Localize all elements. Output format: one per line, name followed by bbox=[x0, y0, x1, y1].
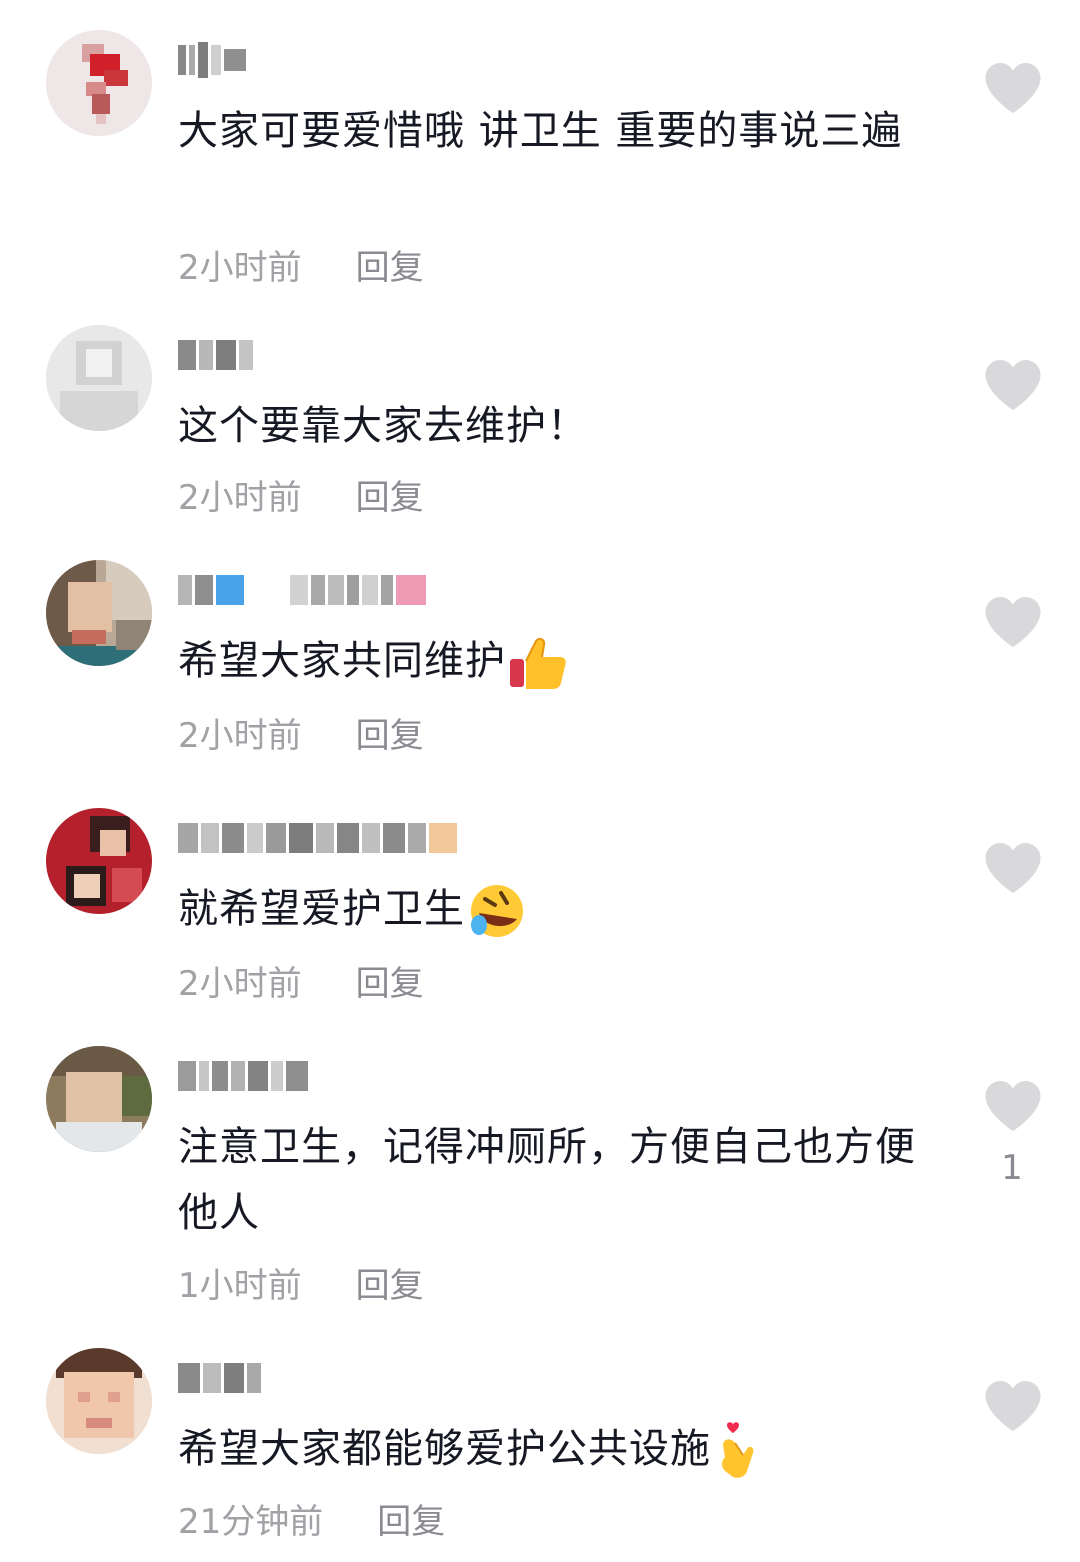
reply-button[interactable]: 回复 bbox=[356, 708, 424, 757]
avatar[interactable] bbox=[46, 1348, 152, 1454]
username-blurred[interactable] bbox=[178, 40, 246, 80]
comment-text: 这个要靠大家去维护！ bbox=[178, 403, 588, 449]
comment-time: 21分钟前 bbox=[178, 1502, 324, 1542]
comment-item: 希望大家都能够爱护公共设施 21分钟前 回复 bbox=[0, 1348, 1080, 1562]
avatar[interactable] bbox=[46, 560, 152, 666]
comment-meta: 2小时前 回复 bbox=[178, 956, 424, 1005]
heart-icon[interactable] bbox=[983, 594, 1043, 650]
thumbs-up-icon bbox=[510, 637, 566, 689]
comment-time: 2小时前 bbox=[178, 716, 302, 756]
username-blurred[interactable] bbox=[178, 570, 426, 610]
heart-icon[interactable] bbox=[983, 60, 1043, 116]
comment-meta: 21分钟前 回复 bbox=[178, 1494, 445, 1543]
comment-text: 就希望爱护卫生 bbox=[178, 876, 938, 942]
reply-button[interactable]: 回复 bbox=[356, 470, 424, 519]
reply-button[interactable]: 回复 bbox=[377, 1494, 445, 1543]
avatar[interactable] bbox=[46, 808, 152, 914]
username-blurred[interactable] bbox=[178, 1056, 308, 1096]
like-count: 1 bbox=[1001, 1148, 1023, 1188]
comment-text: 希望大家都能够爱护公共设施 bbox=[178, 1416, 938, 1482]
comment-text-content: 希望大家共同维护 bbox=[178, 638, 506, 684]
avatar[interactable] bbox=[46, 30, 152, 136]
heart-icon[interactable] bbox=[983, 840, 1043, 896]
comment-time: 1小时前 bbox=[178, 1266, 302, 1306]
comment-time: 2小时前 bbox=[178, 964, 302, 1004]
comment-meta: 1小时前 回复 bbox=[178, 1258, 424, 1307]
comment-text: 希望大家共同维护 bbox=[178, 628, 938, 694]
reply-button[interactable]: 回复 bbox=[356, 1258, 424, 1307]
comment-time: 2小时前 bbox=[178, 248, 302, 288]
comment-text: 大家可要爱惜哦 讲卫生 重要的事说三遍 bbox=[178, 108, 903, 154]
finger-heart-icon bbox=[722, 1422, 754, 1478]
username-blurred[interactable] bbox=[178, 335, 253, 375]
comment-meta: 2小时前 回复 bbox=[178, 708, 424, 757]
comment-time: 2小时前 bbox=[178, 478, 302, 518]
reply-button[interactable]: 回复 bbox=[356, 240, 424, 289]
comment-meta: 2小时前 回复 bbox=[178, 240, 424, 289]
username-blurred[interactable] bbox=[178, 818, 457, 858]
comment-item: 希望大家共同维护 2小时前 回复 bbox=[0, 560, 1080, 780]
comment-item: 就希望爱护卫生 2小时前 回复 bbox=[0, 808, 1080, 1028]
comment-item: 大家可要爱惜哦 讲卫生 重要的事说三遍 2小时前 回复 bbox=[0, 30, 1080, 300]
comment-item: 注意卫生，记得冲厕所，方便自己也方便他人 1小时前 回复 1 bbox=[0, 1046, 1080, 1316]
comment-item: 这个要靠大家去维护！ 2小时前 回复 bbox=[0, 325, 1080, 545]
username-blurred[interactable] bbox=[178, 1358, 261, 1398]
comment-text-content: 就希望爱护卫生 bbox=[178, 886, 465, 932]
avatar[interactable] bbox=[46, 1046, 152, 1152]
heart-icon[interactable] bbox=[983, 1078, 1043, 1134]
comment-text-content: 希望大家都能够爱护公共设施 bbox=[178, 1426, 711, 1472]
heart-icon[interactable] bbox=[983, 357, 1043, 413]
heart-icon[interactable] bbox=[983, 1378, 1043, 1434]
comment-text: 注意卫生，记得冲厕所，方便自己也方便他人 bbox=[178, 1124, 916, 1236]
reply-button[interactable]: 回复 bbox=[356, 956, 424, 1005]
comment-meta: 2小时前 回复 bbox=[178, 470, 424, 519]
avatar[interactable] bbox=[46, 325, 152, 431]
rolling-laughing-icon bbox=[471, 885, 523, 937]
